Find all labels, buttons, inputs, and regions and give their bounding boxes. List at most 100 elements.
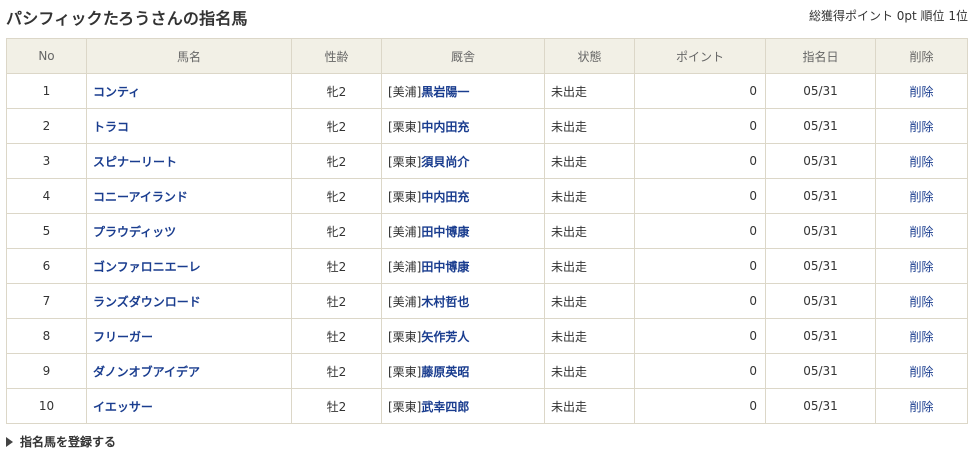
header-nomination-date: 指名日 — [765, 38, 876, 74]
delete-cell: 削除 — [875, 388, 968, 424]
horse-name-link[interactable]: トラコ — [93, 120, 129, 134]
delete-link[interactable]: 削除 — [909, 225, 933, 239]
horse-name-cell: ゴンファロニエーレ — [86, 248, 292, 284]
horse-name-link[interactable]: コンティ — [93, 85, 140, 99]
row-number: 10 — [6, 388, 87, 424]
delete-cell: 削除 — [875, 283, 968, 319]
delete-link[interactable]: 削除 — [909, 85, 933, 99]
delete-link[interactable]: 削除 — [909, 365, 933, 379]
horse-name-link[interactable]: イエッサー — [93, 400, 153, 414]
stable-region: [栗東] — [388, 399, 422, 414]
points-value: 0 — [634, 248, 766, 284]
page-title: パシフィックたろうさんの指名馬 — [6, 9, 248, 28]
stable-cell: [美浦]田中博康 — [381, 248, 545, 284]
delete-link[interactable]: 削除 — [909, 400, 933, 414]
points-value: 0 — [634, 388, 766, 424]
delete-link[interactable]: 削除 — [909, 155, 933, 169]
stable-cell: [美浦]木村哲也 — [381, 283, 545, 319]
stable-cell: [栗東]藤原英昭 — [381, 353, 545, 389]
stable-region: [栗東] — [388, 154, 422, 169]
row-number: 8 — [6, 318, 87, 354]
stable-region: [美浦] — [388, 259, 422, 274]
register-nominee-link[interactable]: 指名馬を登録する — [6, 433, 116, 450]
table-header-row: No 馬名 性齢 厩舎 状態 ポイント 指名日 削除 — [6, 38, 968, 74]
race-status: 未出走 — [544, 143, 635, 179]
trainer-link[interactable]: 中内田充 — [421, 120, 469, 134]
points-value: 0 — [634, 318, 766, 354]
nomination-date: 05/31 — [765, 143, 876, 179]
stable-cell: [栗東]矢作芳人 — [381, 318, 545, 354]
horse-name-link[interactable]: スピナーリート — [93, 155, 177, 169]
header: パシフィックたろうさんの指名馬 総獲得ポイント 0pt 順位 1位 — [6, 0, 968, 32]
nomination-date: 05/31 — [765, 213, 876, 249]
trainer-link[interactable]: 黒岩陽一 — [421, 85, 469, 99]
delete-cell: 削除 — [875, 108, 968, 144]
row-number: 4 — [6, 178, 87, 214]
trainer-link[interactable]: 田中博康 — [421, 225, 469, 239]
sex-age: 牝2 — [291, 213, 382, 249]
trainer-link[interactable]: 中内田充 — [421, 190, 469, 204]
row-number: 5 — [6, 213, 87, 249]
sex-age: 牝2 — [291, 178, 382, 214]
stable-region: [美浦] — [388, 224, 422, 239]
horse-name-link[interactable]: コニーアイランド — [93, 190, 188, 204]
race-status: 未出走 — [544, 248, 635, 284]
delete-cell: 削除 — [875, 353, 968, 389]
trainer-link[interactable]: 須貝尚介 — [421, 155, 469, 169]
points-value: 0 — [634, 213, 766, 249]
stable-cell: [栗東]中内田充 — [381, 178, 545, 214]
points-value: 0 — [634, 283, 766, 319]
horse-name-link[interactable]: プラウディッツ — [93, 225, 176, 239]
delete-cell: 削除 — [875, 143, 968, 179]
race-status: 未出走 — [544, 353, 635, 389]
table-row: 6 ゴンファロニエーレ 牡2 [美浦]田中博康 未出走 0 05/31 削除 — [6, 248, 968, 284]
trainer-link[interactable]: 矢作芳人 — [421, 330, 469, 344]
header-stable: 厩舎 — [381, 38, 545, 74]
horse-name-link[interactable]: ゴンファロニエーレ — [93, 260, 201, 274]
horse-name-cell: トラコ — [86, 108, 292, 144]
trainer-link[interactable]: 田中博康 — [421, 260, 469, 274]
nomination-date: 05/31 — [765, 283, 876, 319]
stable-region: [栗東] — [388, 329, 422, 344]
row-number: 7 — [6, 283, 87, 319]
header-delete: 削除 — [875, 38, 968, 74]
horse-name-cell: イエッサー — [86, 388, 292, 424]
horse-name-link[interactable]: ダノンオブアイデア — [93, 365, 200, 379]
nomination-date: 05/31 — [765, 318, 876, 354]
table-row: 5 プラウディッツ 牝2 [美浦]田中博康 未出走 0 05/31 削除 — [6, 213, 968, 249]
horse-name-cell: コンティ — [86, 73, 292, 109]
race-status: 未出走 — [544, 108, 635, 144]
sex-age: 牡2 — [291, 318, 382, 354]
nomination-date: 05/31 — [765, 388, 876, 424]
points-value: 0 — [634, 143, 766, 179]
table-row: 7 ランズダウンロード 牡2 [美浦]木村哲也 未出走 0 05/31 削除 — [6, 283, 968, 319]
table-row: 8 フリーガー 牡2 [栗東]矢作芳人 未出走 0 05/31 削除 — [6, 318, 968, 354]
nomination-date: 05/31 — [765, 353, 876, 389]
delete-link[interactable]: 削除 — [909, 330, 933, 344]
nomination-date: 05/31 — [765, 73, 876, 109]
row-number: 6 — [6, 248, 87, 284]
triangle-right-icon — [6, 437, 13, 447]
delete-link[interactable]: 削除 — [909, 295, 933, 309]
race-status: 未出走 — [544, 178, 635, 214]
sex-age: 牝2 — [291, 73, 382, 109]
sex-age: 牡2 — [291, 388, 382, 424]
page: パシフィックたろうさんの指名馬 総獲得ポイント 0pt 順位 1位 No 馬名 … — [0, 0, 974, 452]
sex-age: 牡2 — [291, 353, 382, 389]
delete-link[interactable]: 削除 — [909, 260, 933, 274]
horse-name-cell: ランズダウンロード — [86, 283, 292, 319]
points-value: 0 — [634, 353, 766, 389]
horse-name-cell: スピナーリート — [86, 143, 292, 179]
stable-region: [栗東] — [388, 364, 422, 379]
horse-name-link[interactable]: フリーガー — [93, 330, 153, 344]
nomination-date: 05/31 — [765, 248, 876, 284]
delete-cell: 削除 — [875, 178, 968, 214]
trainer-link[interactable]: 木村哲也 — [421, 295, 469, 309]
delete-link[interactable]: 削除 — [909, 120, 933, 134]
horse-name-link[interactable]: ランズダウンロード — [93, 295, 201, 309]
trainer-link[interactable]: 武幸四郎 — [421, 400, 469, 414]
trainer-link[interactable]: 藤原英昭 — [421, 365, 469, 379]
stable-region: [栗東] — [388, 119, 422, 134]
delete-link[interactable]: 削除 — [909, 190, 933, 204]
points-value: 0 — [634, 178, 766, 214]
